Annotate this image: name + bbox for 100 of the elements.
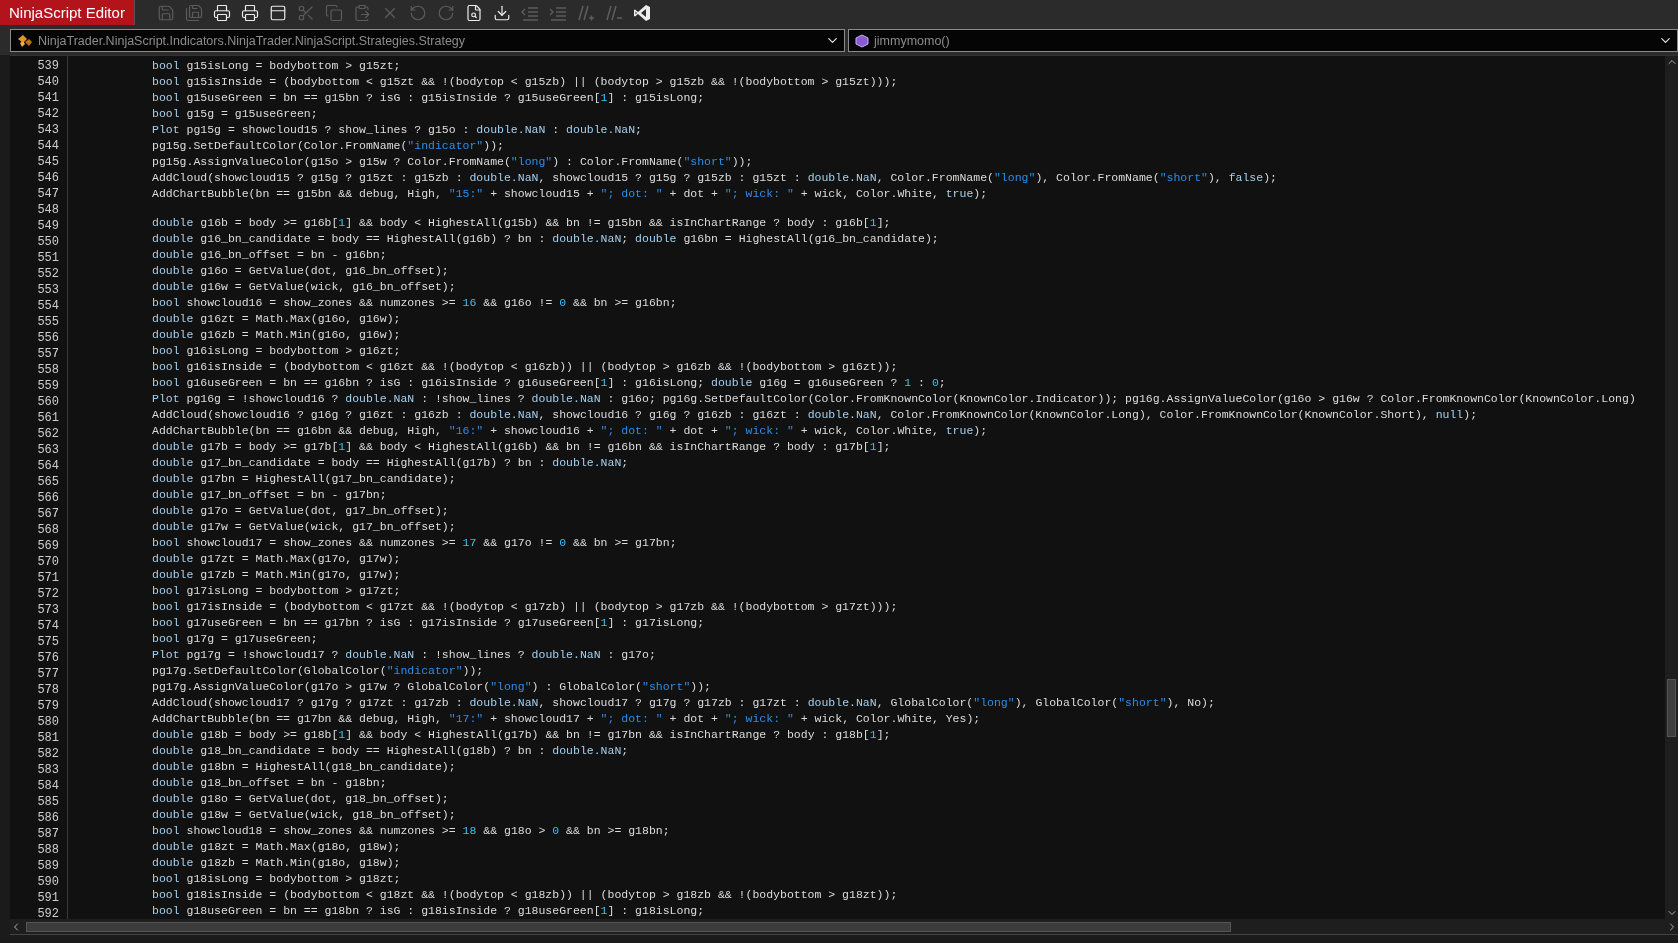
code-line: double g17zt = Math.Max(g17o, g17w); <box>152 551 402 567</box>
window-title: NinjaScript Editor <box>0 0 135 25</box>
code-line: AddChartBubble(bn == g15bn && debug, High, "15:" + showcloud15 + "; dot: " + dot + "; wick: " + wick, Color.White, true); <box>152 186 989 202</box>
line-number: 578 <box>36 682 60 698</box>
code-line: bool showcloud17 = show_zones && numzones >= 17 && g17o != 0 && bn >= g17bn; <box>152 535 678 551</box>
member-dropdown[interactable]: jimmymomo() <box>848 29 1678 52</box>
code-line: double g16b = body >= g16b[1] && body < HighestAll(g15b) && bn != g15bn && isInChartRange ? body : g16b[1]; <box>152 215 892 231</box>
type-dropdown[interactable]: NinjaTrader.NinjaScript.Indicators.NinjaTrader.NinjaScript.Strategies.Strategy <box>10 29 845 52</box>
line-number: 585 <box>36 794 60 810</box>
line-number: 561 <box>36 410 60 426</box>
line-number: 591 <box>36 890 60 906</box>
line-number: 568 <box>36 522 60 538</box>
code-line: bool g18useGreen = bn == g18bn ? isG : g18isInside ? g18useGreen[1] : g18isLong; <box>152 903 706 919</box>
code-line: double g16_bn_offset = bn - g16bn; <box>152 247 388 263</box>
line-number: 583 <box>36 762 60 778</box>
code-line: bool g15useGreen = bn == g15bn ? isG : g15isInside ? g15useGreen[1] : g15isLong; <box>152 90 706 106</box>
code-line: bool g17isLong = bodybottom > g17zt; <box>152 583 402 599</box>
line-number: 586 <box>36 810 60 826</box>
code-line: double g18_bn_offset = bn - g18bn; <box>152 775 388 791</box>
line-number: 544 <box>36 138 60 154</box>
code-line: double g17_bn_candidate = body == HighestAll(g17b) ? bn : double.NaN; <box>152 455 630 471</box>
line-number: 584 <box>36 778 60 794</box>
code-line: double g16zt = Math.Max(g16o, g16w); <box>152 311 402 327</box>
line-number: 543 <box>36 122 60 138</box>
line-number: 571 <box>36 570 60 586</box>
code-line: Plot pg15g = showcloud15 ? show_lines ? g15o : double.NaN : double.NaN; <box>152 122 643 138</box>
code-line: pg15g.SetDefaultColor(Color.FromName("indicator")); <box>152 138 505 154</box>
code-line: bool g18isLong = bodybottom > g18zt; <box>152 871 402 887</box>
code-line: AddCloud(showcloud17 ? g17g ? g17zt : g17zb : double.NaN, showcloud17 ? g17g ? g17zb : g17zt : double.NaN, GlobalColor("long"), GlobalColor("short"), No); <box>152 695 1216 711</box>
code-line: Plot pg16g = !showcloud16 ? double.NaN : !show_lines ? double.NaN : g16o; pg16g.SetDefaultColor(Color.FromKnownColor(KnownColor.Indicator)); pg16g.AssignValueColor(g16o > g16w ? Color.FromKnownColor(KnownColor.Long) <box>152 391 1637 407</box>
line-number: 553 <box>36 282 60 298</box>
code-line: AddChartBubble(bn == g16bn && debug, High, "16:" + showcloud16 + "; dot: " + dot + "; wick: " + wick, Color.White, true); <box>152 423 989 439</box>
code-line: double g17w = GetValue(wick, g17_bn_offset); <box>152 519 457 535</box>
line-number: 570 <box>36 554 60 570</box>
code-line: bool g15g = g15useGreen; <box>152 106 319 122</box>
line-number: 581 <box>36 730 60 746</box>
code-line: double g18w = GetValue(wick, g18_bn_offset); <box>152 807 457 823</box>
printer-icon[interactable] <box>212 3 231 22</box>
line-number: 574 <box>36 618 60 634</box>
code-line: double g17_bn_offset = bn - g17bn; <box>152 487 388 503</box>
code-line: bool g15isLong = bodybottom > g15zt; <box>152 58 402 74</box>
line-number: 546 <box>36 170 60 186</box>
search-icon[interactable] <box>464 3 483 22</box>
line-number: 560 <box>36 394 60 410</box>
line-number: 587 <box>36 826 60 842</box>
line-number: 580 <box>36 714 60 730</box>
code-line: bool g18isInside = (bodybottom < g18zt && !(bodytop < g18zb)) || (bodytop > g18zb && !(bodybottom > g18zt)); <box>152 887 899 903</box>
line-number: 573 <box>36 602 60 618</box>
line-number: 563 <box>36 442 60 458</box>
line-number: 589 <box>36 858 60 874</box>
line-number: 551 <box>36 250 60 266</box>
member-name: jimmymomo() <box>874 33 951 48</box>
line-number: 564 <box>36 458 60 474</box>
line-number: 579 <box>36 698 60 714</box>
code-line: double g16o = GetValue(dot, g16_bn_offset); <box>152 263 450 279</box>
line-number: 550 <box>36 234 60 250</box>
code-line: AddChartBubble(bn == g17bn && debug, High, "17:" + showcloud17 + "; dot: " + dot + "; wick: " + wick, Color.White, Yes); <box>152 711 982 727</box>
code-line: double g18bn = HighestAll(g18_bn_candidate); <box>152 759 457 775</box>
download-icon[interactable] <box>492 3 511 22</box>
code-line: bool showcloud18 = show_zones && numzones >= 18 && g18o > 0 && bn >= g18bn; <box>152 823 671 839</box>
line-number: 541 <box>36 90 60 106</box>
code-line: double g17bn = HighestAll(g17_bn_candidate); <box>152 471 457 487</box>
type-name: NinjaTrader.NinjaScript.Indicators.NinjaTrader.NinjaScript.Strategies.Strategy <box>38 33 467 48</box>
code-line: Plot pg17g = !showcloud17 ? double.NaN : !show_lines ? double.NaN : g17o; <box>152 647 657 663</box>
code-line: bool g16useGreen = bn == g16bn ? isG : g16isInside ? g16useGreen[1] : g16isLong; double g16g = g16useGreen ? 1 : 0; <box>152 375 947 391</box>
code-line: double g17o = GetValue(dot, g17_bn_offset); <box>152 503 450 519</box>
line-number: 555 <box>36 314 60 330</box>
line-number: 539 <box>36 58 60 74</box>
line-number: 545 <box>36 154 60 170</box>
line-number: 567 <box>36 506 60 522</box>
code-line: double g18b = body >= g18b[1] && body < HighestAll(g17b) && bn != g17bn && isInChartRange ? body : g18b[1]; <box>152 727 892 743</box>
code-line: bool showcloud16 = show_zones && numzones >= 16 && g16o != 0 && bn >= g16bn; <box>152 295 678 311</box>
code-line: double g17b = body >= g17b[1] && body < HighestAll(g16b) && bn != g16bn && isInChartRange ? body : g17b[1]; <box>152 439 892 455</box>
code-line: double g18zb = Math.Min(g18o, g18w); <box>152 855 402 871</box>
line-number: 547 <box>36 186 60 202</box>
scroll-thumb[interactable] <box>1667 679 1676 737</box>
code-line: pg15g.AssignValueColor(g15o > g15w ? Color.FromName("long") : Color.FromName("short")); <box>152 154 754 170</box>
code-line: pg17g.SetDefaultColor(GlobalColor("indicator")); <box>152 663 485 679</box>
code-line: AddCloud(showcloud16 ? g16g ? g16zt : g16zb : double.NaN, showcloud16 ? g16g ? g16zb : g16zt : double.NaN, Color.FromKnownColor(KnownColor.Long), Color.FromKnownColor(KnownColor.Short), null); <box>152 407 1479 423</box>
code-line: bool g16isLong = bodybottom > g16zt; <box>152 343 402 359</box>
window-icon[interactable] <box>268 3 287 22</box>
line-number: 540 <box>36 74 60 90</box>
line-number: 572 <box>36 586 60 602</box>
code-line: AddCloud(showcloud15 ? g15g ? g15zt : g15zb : double.NaN, showcloud15 ? g15g ? g15zb : g15zt : double.NaN, Color.FromName("long"), Color.FromName("short"), false); <box>152 170 1278 186</box>
code-line: bool g17isInside = (bodybottom < g17zt && !(bodytop < g17zb) || (bodytop > g17zb && !(bodybottom > g17zt))); <box>152 599 899 615</box>
line-number: 590 <box>36 874 60 890</box>
code-line: bool g16isInside = (bodybottom < g16zt && !(bodytop < g16zb)) || (bodytop > g16zb && !(bodybottom > g16zt)); <box>152 359 899 375</box>
line-number: 554 <box>36 298 60 314</box>
line-number: 569 <box>36 538 60 554</box>
scroll-thumb[interactable] <box>26 921 1231 932</box>
line-number: 552 <box>36 266 60 282</box>
line-number: 559 <box>36 378 60 394</box>
code-line: double g18zt = Math.Max(g18o, g18w); <box>152 839 402 855</box>
line-number: 542 <box>36 106 60 122</box>
code-line: double g18_bn_candidate = body == HighestAll(g18b) ? bn : double.NaN; <box>152 743 630 759</box>
class-icon <box>17 33 33 48</box>
logo-icon[interactable] <box>632 3 651 22</box>
code-line: double g16zb = Math.Min(g16o, g16w); <box>152 327 402 343</box>
code-line: bool g17g = g17useGreen; <box>152 631 319 647</box>
printer-icon[interactable] <box>240 3 259 22</box>
